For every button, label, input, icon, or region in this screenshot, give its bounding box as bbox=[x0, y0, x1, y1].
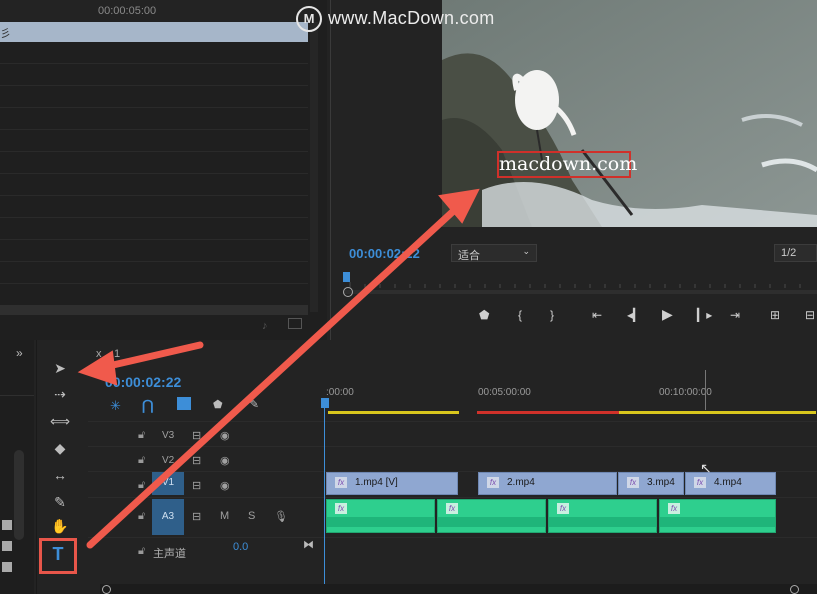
watermark: www.MacDown.com bbox=[328, 8, 495, 28]
macdown-logo: M bbox=[296, 6, 322, 32]
annotation-arrows bbox=[77, 188, 480, 549]
